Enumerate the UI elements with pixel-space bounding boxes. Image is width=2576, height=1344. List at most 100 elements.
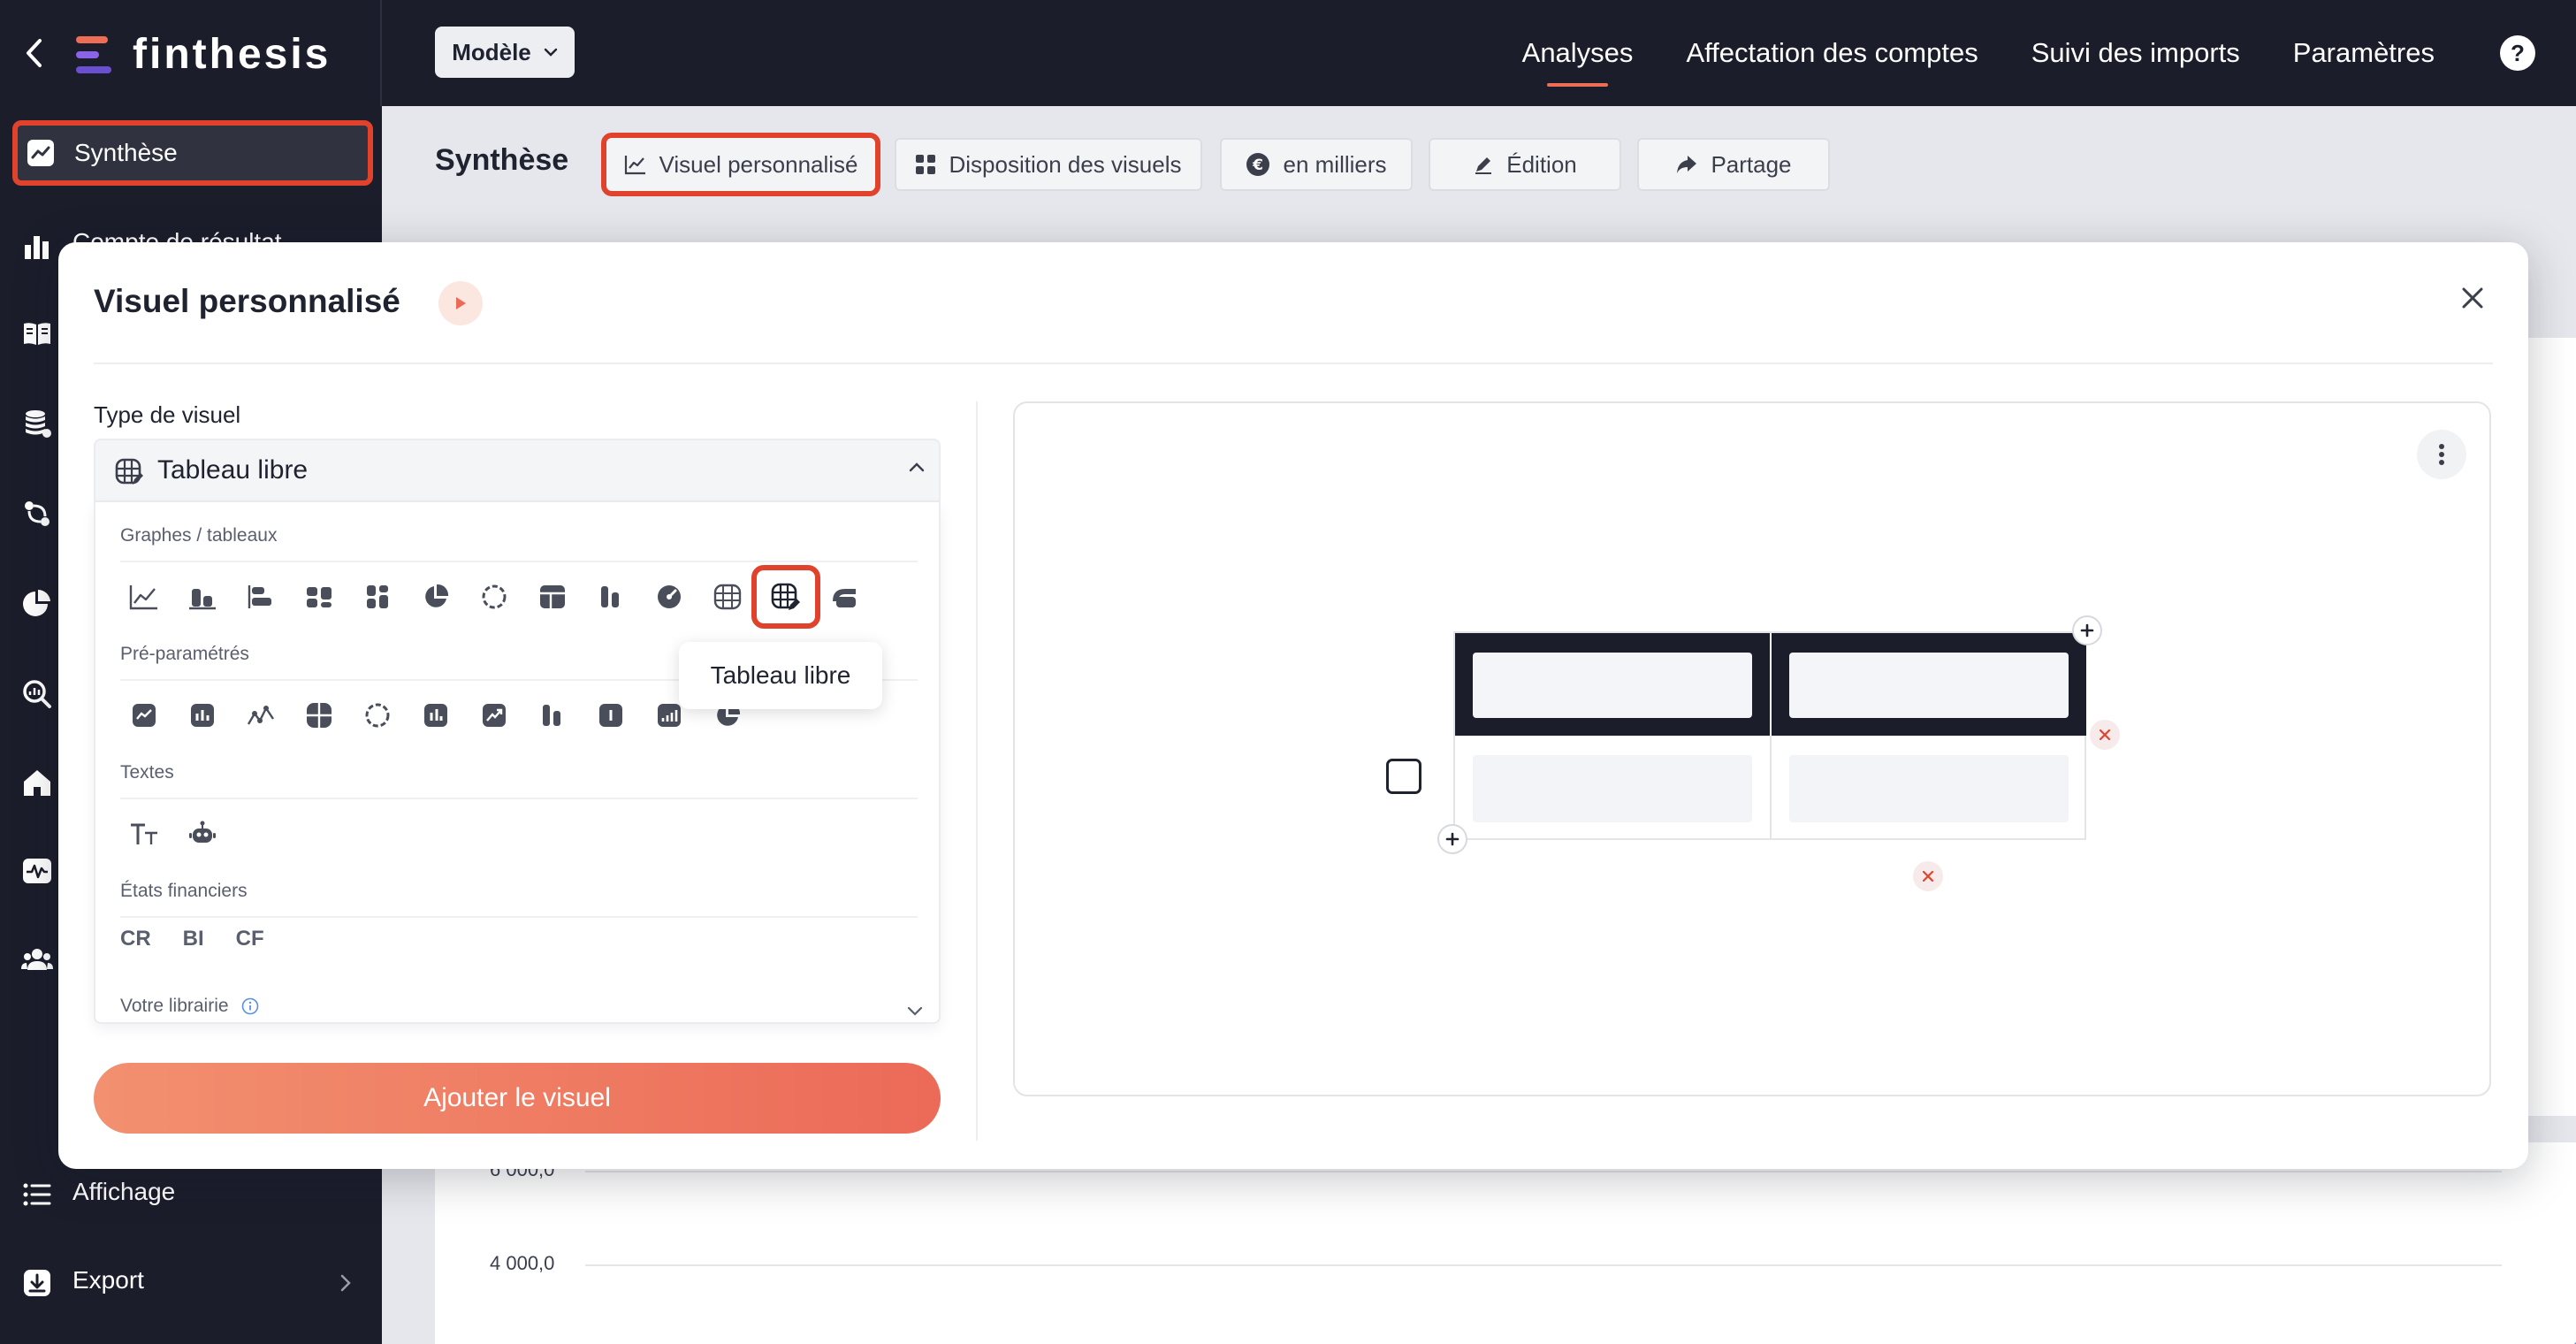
play-icon[interactable] [438,281,483,325]
divider [94,363,2493,364]
nav-analyses[interactable]: Analyses [1496,0,1660,106]
home-icon [19,765,55,800]
button-label: en milliers [1283,150,1387,178]
bar-chart-icon[interactable] [173,575,232,619]
type-de-visuel-label: Type de visuel [94,401,241,428]
add-column-button[interactable] [2072,615,2102,645]
divider [380,0,382,106]
section-pre-parametres: Pré-paramétrés [120,644,249,664]
type-de-visuel-select[interactable]: Tableau libre [94,439,941,502]
close-icon[interactable] [2454,279,2491,317]
sidebar-item-synthese[interactable]: Synthèse [12,120,373,186]
preset-donut-icon[interactable] [348,693,407,737]
etat-cf-button[interactable]: CF [236,927,264,951]
open-book-icon [19,316,55,351]
pie-chart-icon[interactable] [407,575,465,619]
nav-suivi-imports[interactable]: Suivi des imports [2005,0,2267,106]
cell-input[interactable] [1789,755,2069,822]
nav-affectation-comptes[interactable]: Affectation des comptes [1659,0,2004,106]
visuel-personnalise-button[interactable]: Visuel personnalisé [601,133,880,196]
gauge-icon[interactable] [640,575,698,619]
cell-input[interactable] [1473,755,1752,822]
delete-column-button[interactable] [1913,861,1943,891]
chevron-down-icon[interactable] [907,1006,923,1017]
grid-line [585,1171,2502,1172]
model-dropdown[interactable]: Modèle [435,27,575,78]
donut-chart-icon[interactable] [465,575,523,619]
partage-button[interactable]: Partage [1637,138,1830,191]
disposition-visuels-button[interactable]: Disposition des visuels [895,138,1202,191]
preset-scatter-icon[interactable] [232,693,290,737]
ajouter-visuel-button[interactable]: Ajouter le visuel [94,1063,941,1134]
header-input[interactable] [1789,653,2069,718]
visual-preview [1013,401,2491,1096]
plus-icon [2080,623,2094,638]
search-chart-icon [19,676,55,712]
header-input[interactable] [1473,653,1752,718]
top-navigation: Analyses Affectation des comptes Suivi d… [1496,0,2576,106]
preset-bar-icon[interactable] [173,693,232,737]
sidebar-item-affichage[interactable]: Affichage [0,1164,382,1226]
divider [976,401,978,1141]
horizontal-bar-icon[interactable] [232,575,290,619]
users-icon [19,942,55,977]
preset-column-icon[interactable] [407,693,465,737]
chevron-up-icon [909,462,925,472]
pie-chart-icon [19,586,55,622]
section-etats-financiers: États financiers [120,881,248,901]
visual-type-dropdown[interactable]: Graphes / tableaux Pré-paramétrés Textes… [94,502,941,1024]
grid-icon [916,155,936,174]
text-icon[interactable] [115,812,173,856]
sidebar-item-export[interactable]: Export [0,1252,382,1314]
grid-table-icon[interactable] [698,575,757,619]
chart-line [2573,1342,2576,1344]
list-icon [19,1177,55,1212]
preset-trend-icon[interactable] [465,693,523,737]
line-chart-icon[interactable] [115,575,173,619]
grouped-bar-icon[interactable] [290,575,348,619]
logo[interactable]: finthesis [74,30,331,79]
selected-type: Tableau libre [157,455,309,485]
table-header-cell [1772,633,2086,736]
delete-row-button[interactable] [2090,720,2120,750]
en-milliers-button[interactable]: € en milliers [1220,138,1413,191]
etat-cr-button[interactable]: CR [120,927,151,951]
robot-icon[interactable] [173,812,232,856]
etat-bi-button[interactable]: BI [183,927,204,951]
sidebar-item-label: Synthèse [74,139,178,166]
table-icon[interactable] [523,575,582,619]
preset-quadrant-icon[interactable] [290,693,348,737]
preset-dual-column-icon[interactable] [523,693,582,737]
visuel-personnalise-modal: Visuel personnalisé Type de visuel Table… [58,242,2528,1169]
nav-parametres[interactable]: Paramètres [2267,0,2461,106]
row-checkbox[interactable] [1386,759,1421,794]
info-icon[interactable] [241,997,259,1015]
column-chart-icon[interactable] [582,575,640,619]
modal-title: Visuel personnalisé [94,283,400,319]
line-chart-icon [624,156,645,175]
more-vertical-icon[interactable] [2417,430,2466,479]
svg-text:€: € [1253,157,1264,174]
button-label: Partage [1711,150,1792,178]
help-icon[interactable]: ? [2500,35,2535,71]
table-edit-icon [115,458,143,485]
edition-button[interactable]: Édition [1429,138,1621,191]
add-row-button[interactable] [1437,824,1467,854]
logo-text: finthesis [133,31,332,78]
grid-line [585,1264,2502,1266]
finthesis-logo-icon [76,35,111,73]
preparametres-icon-row [115,693,757,737]
divider [1770,736,1772,840]
chevron-down-icon [544,48,557,57]
back-button[interactable] [16,32,51,74]
graphes-icon-row [115,565,873,629]
button-label: Disposition des visuels [949,150,1182,178]
section-graphes-tableaux: Graphes / tableaux [120,525,278,546]
tableau-libre-icon[interactable] [751,565,820,629]
preset-single-bar-icon[interactable] [582,693,640,737]
close-icon [1922,870,1934,882]
button-label: Édition [1506,150,1577,178]
stacked-layers-icon[interactable] [815,575,873,619]
preset-line-icon[interactable] [115,693,173,737]
stacked-bar-icon[interactable] [348,575,407,619]
